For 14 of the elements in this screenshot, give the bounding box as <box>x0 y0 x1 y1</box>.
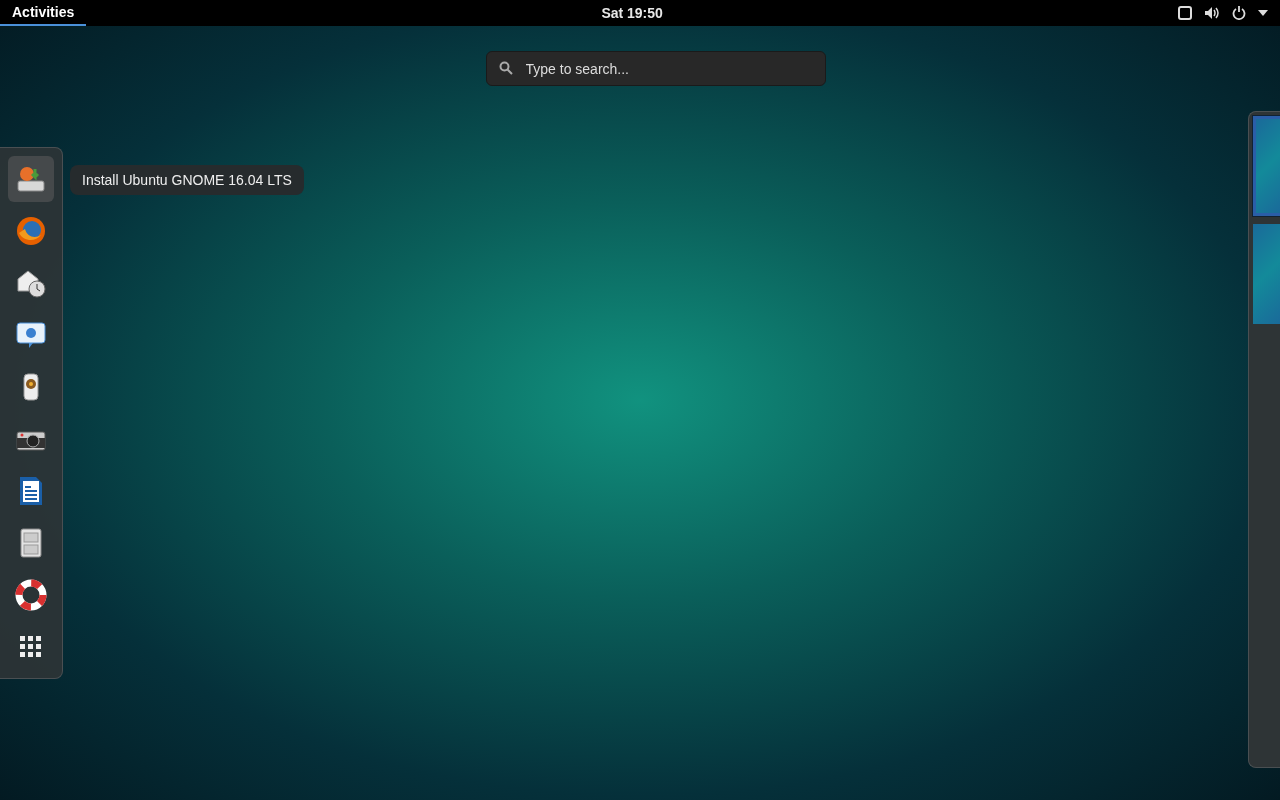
caret-icon[interactable] <box>1258 10 1268 16</box>
window-icon[interactable] <box>1178 6 1192 20</box>
workspace-thumbnail[interactable] <box>1253 116 1280 216</box>
search-icon <box>498 61 513 75</box>
dash-item[interactable] <box>8 156 54 202</box>
power-icon[interactable] <box>1232 6 1246 20</box>
lifebuoy-icon <box>15 579 47 611</box>
volume-icon[interactable] <box>1204 6 1220 20</box>
search-field[interactable]: Type to search... <box>485 51 826 86</box>
activities-button[interactable]: Activities <box>0 0 87 26</box>
tooltip: Install Ubuntu GNOME 16.04 LTS <box>70 165 304 195</box>
clock[interactable]: Sat 19:50 <box>601 3 663 23</box>
app-grid-icon <box>20 636 42 658</box>
workspace-thumbnail[interactable] <box>1253 224 1280 324</box>
